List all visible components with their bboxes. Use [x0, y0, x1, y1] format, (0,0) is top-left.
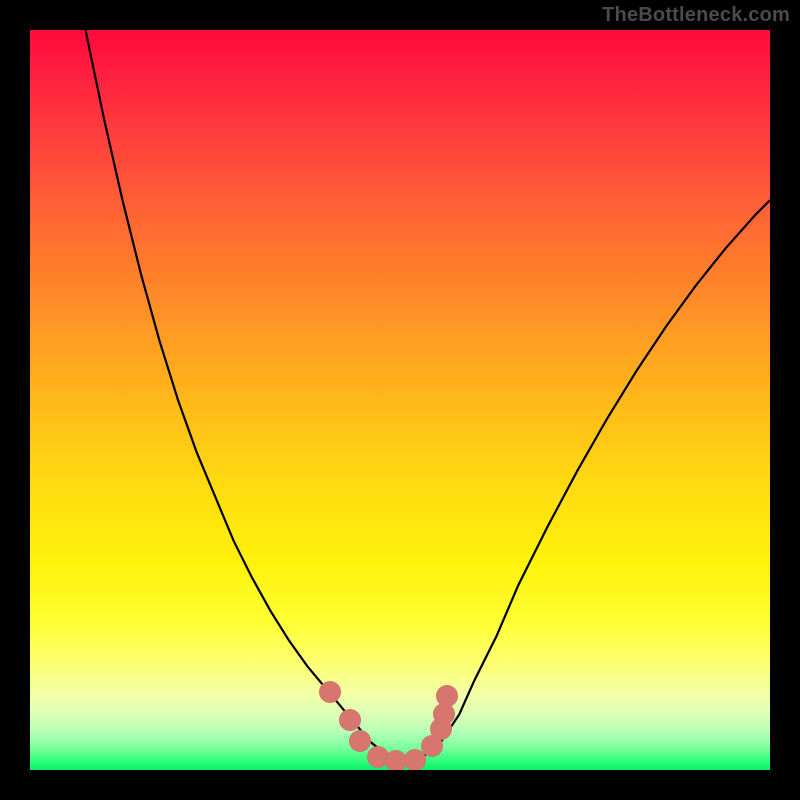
- data-marker: [349, 730, 371, 752]
- watermark-text: TheBottleneck.com: [602, 4, 790, 27]
- chart-frame: TheBottleneck.com: [0, 0, 800, 800]
- data-marker: [339, 709, 361, 731]
- data-marker: [319, 681, 341, 703]
- markers-layer: [30, 30, 770, 770]
- plot-area: [30, 30, 770, 770]
- data-marker: [436, 685, 458, 707]
